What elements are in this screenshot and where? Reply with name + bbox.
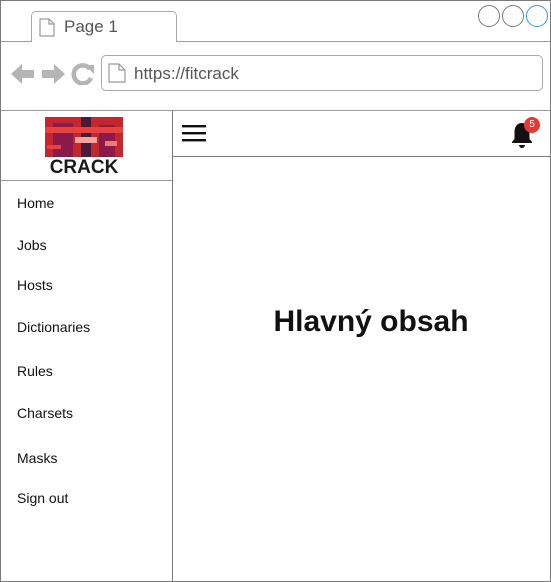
logo-text: CRACK: [49, 157, 119, 178]
notification-badge: 5: [524, 117, 540, 133]
minimize-button[interactable]: [478, 5, 500, 27]
page-icon: [39, 18, 55, 37]
navigation-bar: https://fitcrack: [1, 42, 550, 111]
fitcrack-logo: [45, 117, 123, 157]
browser-tab[interactable]: Page 1: [31, 11, 177, 42]
address-bar[interactable]: https://fitcrack: [101, 55, 543, 91]
main-content: Hlavný obsah: [173, 157, 550, 581]
maximize-button[interactable]: [502, 5, 524, 27]
url-text: https://fitcrack: [134, 64, 239, 83]
reload-icon[interactable]: [71, 63, 95, 85]
forward-arrow-icon[interactable]: [41, 63, 65, 85]
window-controls: [478, 5, 548, 27]
sidebar-item-jobs[interactable]: Jobs: [17, 237, 47, 253]
page-icon: [108, 63, 126, 83]
top-bar: 5: [173, 111, 550, 157]
sidebar-item-home[interactable]: Home: [17, 195, 54, 211]
sidebar-item-sign-out[interactable]: Sign out: [17, 490, 68, 506]
sidebar-item-charsets[interactable]: Charsets: [17, 405, 73, 421]
hamburger-icon[interactable]: [182, 125, 206, 143]
sidebar: CRACK Home Jobs Hosts Dictionaries Rules…: [1, 111, 173, 581]
tab-title: Page 1: [64, 17, 118, 36]
sidebar-item-rules[interactable]: Rules: [17, 363, 53, 379]
sidebar-item-masks[interactable]: Masks: [17, 450, 57, 466]
main-title: Hlavný obsah: [273, 305, 469, 338]
logo-area: CRACK: [1, 111, 172, 181]
sidebar-item-dictionaries[interactable]: Dictionaries: [17, 319, 90, 335]
tab-strip: Page 1: [1, 1, 550, 42]
browser-window: Page 1 https://fitcrack CRACK Home Jobs …: [0, 0, 551, 582]
back-arrow-icon[interactable]: [11, 63, 35, 85]
sidebar-item-hosts[interactable]: Hosts: [17, 277, 53, 293]
close-button[interactable]: [526, 5, 548, 27]
